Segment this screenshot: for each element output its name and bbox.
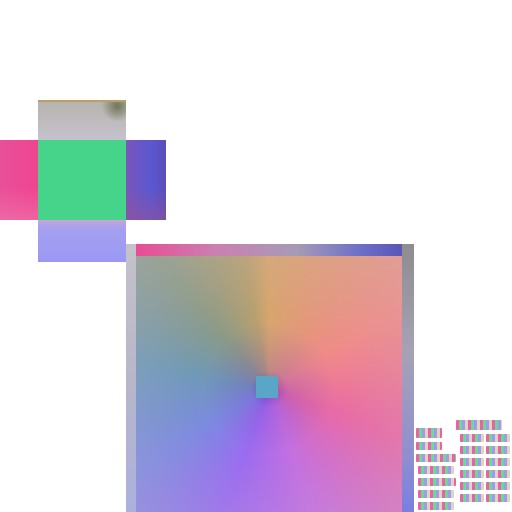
atlas-strip (460, 470, 484, 478)
panel-frame-top (136, 244, 402, 256)
atlas-strip (416, 428, 442, 438)
atlas-strip (486, 446, 510, 454)
atlas-strip (416, 454, 456, 462)
atlas-strip (460, 446, 484, 454)
atlas-strip (460, 458, 484, 466)
cube-face-left (0, 140, 38, 220)
cube-face-front (38, 140, 126, 220)
atlas-strip (418, 466, 454, 474)
atlas-strip (486, 494, 510, 502)
atlas-strip (460, 434, 484, 442)
panel-frame-right (402, 244, 414, 512)
texture-atlas (414, 416, 512, 512)
atlas-strip (418, 490, 454, 498)
atlas-strip (460, 494, 484, 502)
center-marker (256, 376, 278, 398)
atlas-strip (486, 458, 510, 466)
cube-face-right (126, 140, 166, 220)
panel-frame-left (126, 244, 136, 512)
atlas-strip (418, 478, 456, 486)
atlas-strip (456, 420, 502, 430)
cube-face-top (38, 100, 126, 142)
atlas-strip (460, 482, 484, 490)
atlas-strip (486, 470, 510, 478)
cube-face-bottom (38, 220, 126, 262)
atlas-strip (486, 482, 510, 490)
atlas-strip (416, 442, 442, 450)
atlas-strip (486, 434, 510, 442)
atlas-strip (418, 502, 454, 510)
